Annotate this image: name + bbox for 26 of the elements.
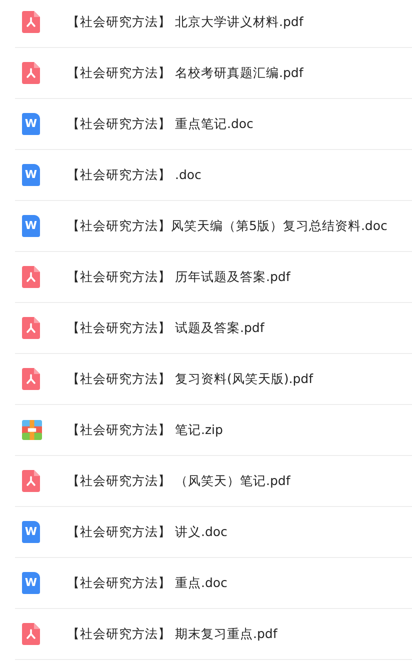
file-name[interactable]: 【社会研究方法】 .doc — [67, 166, 202, 184]
word-file-icon: W — [22, 572, 40, 594]
archive-file-icon — [22, 420, 42, 440]
word-file-icon: W — [22, 215, 40, 237]
pdf-file-icon — [22, 368, 40, 390]
file-name[interactable]: 【社会研究方法】 试题及答案.pdf — [67, 320, 264, 336]
file-name[interactable]: 【社会研究方法】 （风笑天）笔记.pdf — [67, 472, 290, 490]
file-name[interactable]: 【社会研究方法】 重点.doc — [67, 574, 228, 592]
file-name[interactable]: 【社会研究方法】 笔记.zip — [67, 422, 223, 438]
file-name[interactable]: 【社会研究方法】 北京大学讲义材料.pdf — [67, 14, 304, 30]
pdf-file-icon — [22, 317, 40, 339]
file-name[interactable]: 【社会研究方法】 重点笔记.doc — [67, 116, 254, 132]
file-name[interactable]: 【社会研究方法】 期末复习重点.pdf — [67, 626, 278, 642]
file-name[interactable]: 【社会研究方法】 历年试题及答案.pdf — [67, 268, 290, 286]
pdf-file-icon — [22, 470, 40, 492]
pdf-file-icon — [22, 266, 40, 288]
file-name[interactable]: 【社会研究方法】风笑天编（第5版）复习总结资料.doc — [67, 218, 388, 234]
file-name[interactable]: 【社会研究方法】 讲义.doc — [67, 524, 228, 540]
file-name[interactable]: 【社会研究方法】 名校考研真题汇编.pdf — [67, 64, 304, 82]
pdf-file-icon — [22, 11, 40, 33]
file-name[interactable]: 【社会研究方法】 复习资料(风笑天版).pdf — [67, 370, 313, 388]
word-file-icon: W — [22, 521, 40, 543]
pdf-file-icon — [22, 62, 40, 84]
pdf-file-icon — [22, 623, 40, 645]
word-file-icon: W — [22, 113, 40, 135]
word-file-icon: W — [22, 164, 40, 186]
